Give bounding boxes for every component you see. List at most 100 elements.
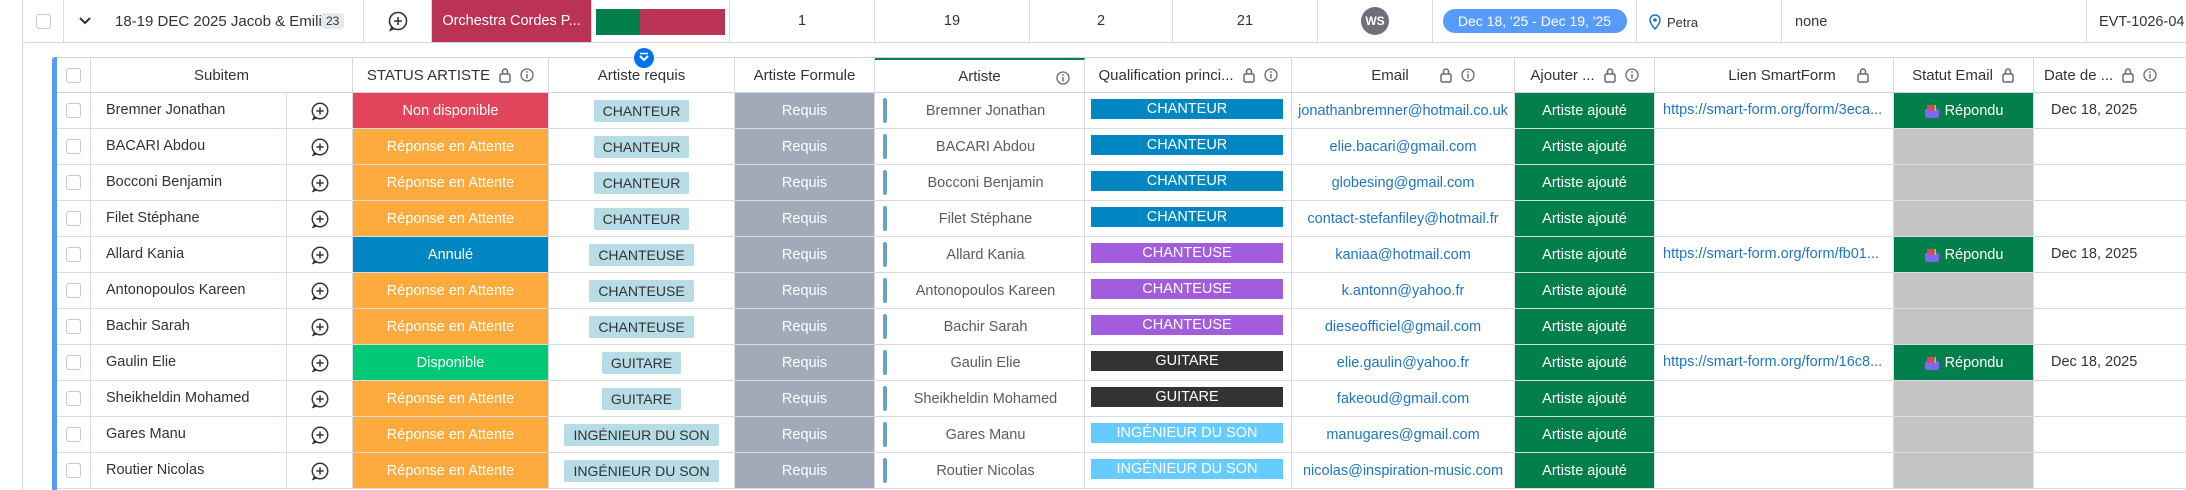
ajouter-cell[interactable]: Artiste ajouté (1515, 309, 1655, 344)
artiste-cell[interactable]: Routier Nicolas (875, 453, 1085, 488)
subitem-name[interactable]: Bremner Jonathan (106, 102, 225, 118)
date-cell[interactable] (2034, 201, 2186, 236)
email-link[interactable]: contact-stefanfiley@hotmail.fr (1307, 211, 1498, 227)
row-checkbox[interactable] (66, 391, 81, 406)
artiste-requis-cell[interactable]: CHANTEUSE (549, 273, 735, 308)
subitem-name-cell[interactable]: Sheikheldin Mohamed (91, 381, 287, 416)
info-icon[interactable] (1461, 68, 1475, 82)
parent-name-cell[interactable]: 18-19 DEC 2025 Jacob & Emilie 23 (64, 0, 364, 42)
date-cell[interactable]: Dec 18, 2025 (2034, 93, 2186, 128)
location-cell[interactable]: Petra (1637, 0, 1782, 42)
lien-smartform-cell[interactable] (1655, 453, 1894, 488)
table-row[interactable]: BACARI Abdou Réponse en Attente CHANTEUR… (57, 129, 2186, 165)
subitem-name-cell[interactable]: Bocconi Benjamin (91, 165, 287, 200)
parent-updates-cell[interactable] (364, 0, 432, 42)
row-checkbox-cell[interactable] (57, 309, 91, 344)
statut-email-cell[interactable] (1894, 309, 2034, 344)
subitem-name[interactable]: Routier Nicolas (106, 462, 204, 478)
chevron-down-icon[interactable] (76, 12, 94, 30)
subitem-name-cell[interactable]: BACARI Abdou (91, 129, 287, 164)
info-icon[interactable] (1056, 71, 1070, 85)
subitem-updates-cell[interactable] (287, 273, 353, 308)
subitem-updates-cell[interactable] (287, 417, 353, 452)
header-qualification[interactable]: Qualification princi... (1085, 58, 1292, 92)
statut-email-cell[interactable] (1894, 417, 2034, 452)
email-cell[interactable]: kaniaa@hotmail.com (1292, 237, 1515, 272)
table-row[interactable]: Gares Manu Réponse en Attente INGÉNIEUR … (57, 417, 2186, 453)
event-id-cell[interactable]: EVT-1026-04 (2087, 0, 2186, 42)
table-row[interactable]: Bocconi Benjamin Réponse en Attente CHAN… (57, 165, 2186, 201)
row-checkbox[interactable] (66, 139, 81, 154)
subitem-updates-cell[interactable] (287, 453, 353, 488)
row-checkbox[interactable] (66, 355, 81, 370)
email-cell[interactable]: k.antonn@yahoo.fr (1292, 273, 1515, 308)
table-row[interactable]: Filet Stéphane Réponse en Attente CHANTE… (57, 201, 2186, 237)
row-checkbox[interactable] (66, 283, 81, 298)
email-link[interactable]: k.antonn@yahoo.fr (1342, 283, 1465, 299)
add-update-icon[interactable] (310, 425, 330, 445)
qualification-cell[interactable]: CHANTEUSE (1085, 273, 1292, 308)
header-lien-smartform[interactable]: Lien SmartForm (1655, 58, 1894, 92)
ajouter-cell[interactable]: Artiste ajouté (1515, 129, 1655, 164)
lien-smartform-cell[interactable] (1655, 381, 1894, 416)
status-artiste-cell[interactable]: Non disponible (353, 93, 549, 128)
status-artiste-cell[interactable]: Réponse en Attente (353, 417, 549, 452)
date-cell[interactable] (2034, 417, 2186, 452)
date-cell[interactable] (2034, 309, 2186, 344)
email-link[interactable]: fakeoud@gmail.com (1337, 391, 1469, 407)
status-artiste-cell[interactable]: Réponse en Attente (353, 129, 549, 164)
email-cell[interactable]: manugares@gmail.com (1292, 417, 1515, 452)
lien-smartform-cell[interactable] (1655, 129, 1894, 164)
ajouter-cell[interactable]: Artiste ajouté (1515, 453, 1655, 488)
date-cell[interactable] (2034, 453, 2186, 488)
header-subitem[interactable]: Subitem (91, 58, 353, 92)
subitem-name-cell[interactable]: Allard Kania (91, 237, 287, 272)
table-row[interactable]: Bremner Jonathan Non disponible CHANTEUR… (57, 93, 2186, 129)
subitem-updates-cell[interactable] (287, 93, 353, 128)
email-link[interactable]: kaniaa@hotmail.com (1335, 247, 1471, 263)
email-link[interactable]: dieseofficiel@gmail.com (1325, 319, 1481, 335)
header-status-artiste[interactable]: STATUS ARTISTE (353, 58, 549, 92)
subitem-name-cell[interactable]: Gaulin Elie (91, 345, 287, 380)
header-artiste-formule[interactable]: Artiste Formule (735, 58, 875, 92)
parent-checkbox-cell[interactable] (22, 0, 64, 42)
row-checkbox-cell[interactable] (57, 93, 91, 128)
subitem-name[interactable]: Bachir Sarah (106, 318, 190, 334)
subitem-updates-cell[interactable] (287, 237, 353, 272)
row-checkbox[interactable] (66, 463, 81, 478)
status-artiste-cell[interactable]: Réponse en Attente (353, 381, 549, 416)
qualification-cell[interactable]: CHANTEUR (1085, 129, 1292, 164)
qualification-cell[interactable]: INGÉNIEUR DU SON (1085, 453, 1292, 488)
statut-email-cell[interactable] (1894, 201, 2034, 236)
row-checkbox-cell[interactable] (57, 165, 91, 200)
date-cell[interactable] (2034, 273, 2186, 308)
email-link[interactable]: manugares@gmail.com (1326, 427, 1479, 443)
info-icon[interactable] (2143, 68, 2157, 82)
artiste-requis-cell[interactable]: CHANTEUR (549, 165, 735, 200)
statut-email-cell[interactable] (1894, 453, 2034, 488)
add-update-icon[interactable] (310, 245, 330, 265)
status-artiste-cell[interactable]: Disponible (353, 345, 549, 380)
artiste-cell[interactable]: Bachir Sarah (875, 309, 1085, 344)
email-cell[interactable]: dieseofficiel@gmail.com (1292, 309, 1515, 344)
artiste-requis-cell[interactable]: INGÉNIEUR DU SON (549, 417, 735, 452)
add-column-button[interactable] (634, 48, 654, 68)
none-cell[interactable]: none (1782, 0, 2087, 42)
statut-email-cell[interactable] (1894, 381, 2034, 416)
info-icon[interactable] (520, 68, 534, 82)
row-checkbox[interactable] (66, 103, 81, 118)
lien-smartform-cell[interactable] (1655, 309, 1894, 344)
subitem-name[interactable]: Antonopoulos Kareen (106, 282, 245, 298)
email-cell[interactable]: nicolas@inspiration-music.com (1292, 453, 1515, 488)
smartform-link[interactable]: https://smart-form.org/form/16c8... (1663, 354, 1882, 370)
lien-smartform-cell[interactable]: https://smart-form.org/form/16c8... (1655, 345, 1894, 380)
date-cell[interactable] (2034, 381, 2186, 416)
table-row[interactable]: Antonopoulos Kareen Réponse en Attente C… (57, 273, 2186, 309)
table-row[interactable]: Gaulin Elie Disponible GUITARE Requis Ga… (57, 345, 2186, 381)
statut-email-cell[interactable]: Répondu (1894, 345, 2034, 380)
email-cell[interactable]: contact-stefanfiley@hotmail.fr (1292, 201, 1515, 236)
add-update-icon[interactable] (310, 389, 330, 409)
email-cell[interactable]: elie.bacari@gmail.com (1292, 129, 1515, 164)
status-artiste-cell[interactable]: Annulé (353, 237, 549, 272)
ajouter-cell[interactable]: Artiste ajouté (1515, 237, 1655, 272)
